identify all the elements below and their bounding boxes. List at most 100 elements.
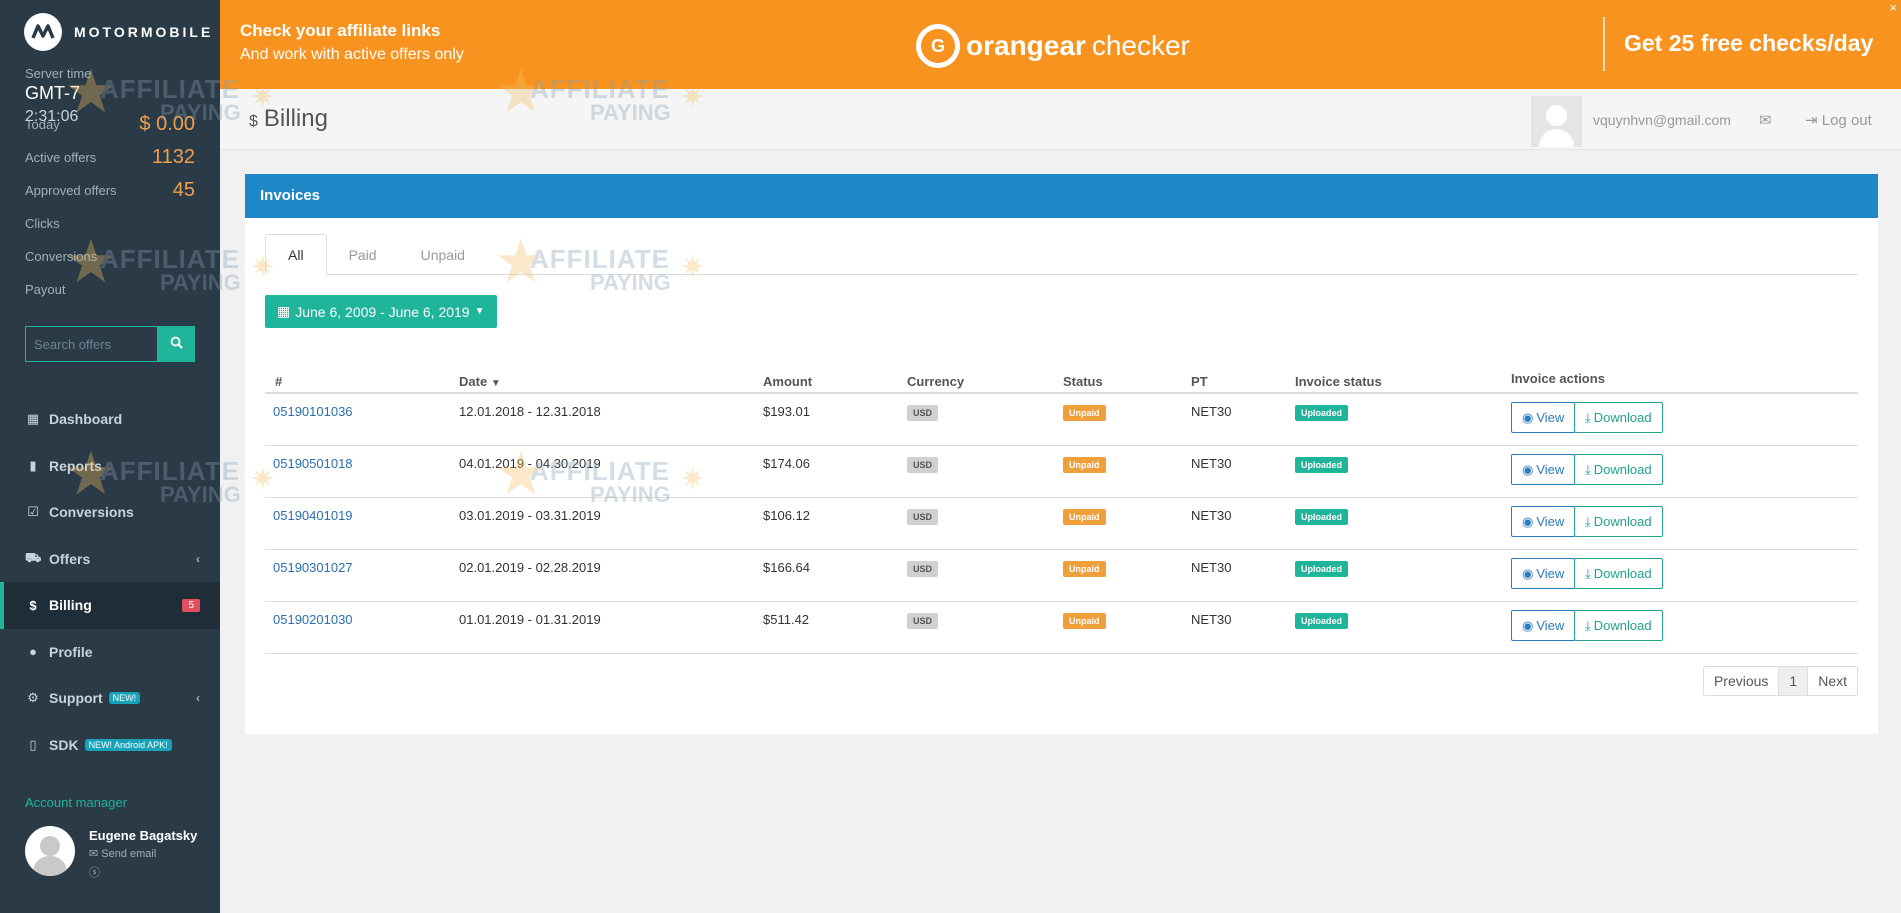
sidebar-item-conversions[interactable]: ☑ Conversions <box>0 489 220 536</box>
eye-icon: ◉ <box>1522 409 1534 425</box>
pagination-previous[interactable]: Previous <box>1704 667 1778 695</box>
account-manager: Eugene Bagatsky ✉ Send email ⓢ <box>25 826 197 880</box>
sidebar-item-profile[interactable]: ● Profile <box>0 629 220 676</box>
tab-paid[interactable]: Paid <box>327 234 399 275</box>
download-button[interactable]: ⤓ Download <box>1574 454 1663 485</box>
view-label: View <box>1536 514 1565 529</box>
currency-badge: USD <box>907 613 939 629</box>
new-badge: NEW! <box>108 692 141 705</box>
search-input[interactable] <box>25 326 157 362</box>
user-email[interactable]: vquynhvn@gmail.com <box>1593 112 1731 128</box>
logout-label: Log out <box>1821 112 1872 129</box>
orangear-logo-icon: G <box>916 24 960 68</box>
invoice-date: 03.01.2019 - 03.31.2019 <box>459 508 601 523</box>
calendar-icon: ▦ <box>277 303 291 319</box>
pagination: Previous 1 Next <box>1702 666 1858 696</box>
invoice-amount: $166.64 <box>763 560 810 575</box>
sidebar-item-label: SDK <box>49 736 79 753</box>
currency-badge: USD <box>907 561 939 577</box>
invoice-id-link[interactable]: 05190201030 <box>273 612 353 627</box>
page-title: $ Billing <box>249 105 328 133</box>
view-button[interactable]: ◉ View <box>1511 610 1576 641</box>
search-button[interactable] <box>157 326 195 362</box>
eye-icon: ◉ <box>1522 617 1534 633</box>
view-button[interactable]: ◉ View <box>1511 558 1576 589</box>
view-label: View <box>1536 618 1565 633</box>
invoice-status-badge: Uploaded <box>1295 509 1349 525</box>
user-icon: ● <box>29 644 37 660</box>
sidebar-item-billing[interactable]: $ Billing 5 <box>0 582 220 629</box>
sidebar-item-support[interactable]: ⚙ Support NEW! ‹ <box>0 675 220 722</box>
invoice-status-badge: Uploaded <box>1295 613 1349 629</box>
logout-button[interactable]: ⇥ Log out <box>1805 111 1872 129</box>
col-pt: PT <box>1191 374 1208 389</box>
new-apk-badge: NEW! Android APK! <box>84 738 172 751</box>
stat-clicks: Clicks <box>25 207 195 240</box>
download-button[interactable]: ⤓ Download <box>1574 506 1663 537</box>
banner-subline: And work with active offers only <box>240 46 464 63</box>
download-button[interactable]: ⤓ Download <box>1574 610 1663 641</box>
close-icon[interactable]: × <box>1889 0 1897 15</box>
currency-badge: USD <box>907 509 939 525</box>
sidebar-item-label: Reports <box>49 457 102 474</box>
skype-icon[interactable]: ⓢ <box>89 864 197 880</box>
download-label: Download <box>1593 618 1652 633</box>
logo-mark-icon <box>24 13 62 51</box>
send-email-label: Send email <box>101 848 157 860</box>
pagination-page[interactable]: 1 <box>1778 667 1808 695</box>
payment-terms: NET30 <box>1191 612 1232 627</box>
tab-all[interactable]: All <box>265 234 327 275</box>
stat-label: Conversions <box>25 249 98 264</box>
logo[interactable]: MOTORMOBILE <box>0 0 220 64</box>
currency-badge: USD <box>907 457 939 473</box>
table-row: 05190501018 04.01.2019 - 04.30.2019 $174… <box>265 446 1858 498</box>
stat-conversions: Conversions <box>25 240 195 273</box>
promo-banner[interactable]: Check your affiliate links And work with… <box>220 0 1901 89</box>
manager-name: Eugene Bagatsky <box>89 828 198 843</box>
envelope-icon[interactable]: ✉ <box>1759 111 1772 129</box>
invoice-id-link[interactable]: 05190401019 <box>273 508 353 523</box>
currency-badge: USD <box>907 405 939 421</box>
sort-desc-icon: ▼ <box>490 378 501 389</box>
sidebar-item-dashboard[interactable]: ▦ Dashboard <box>0 396 220 443</box>
invoice-id-link[interactable]: 05190101036 <box>273 404 353 419</box>
bar-chart-icon: ▮ <box>29 457 37 473</box>
view-label: View <box>1536 462 1565 477</box>
col-date[interactable]: Date ▼ <box>459 374 501 389</box>
sidebar-item-label: Profile <box>49 643 93 660</box>
download-label: Download <box>1593 514 1652 529</box>
view-button[interactable]: ◉ View <box>1511 454 1576 485</box>
banner-cta[interactable]: Get 25 free checks/day <box>1624 30 1873 57</box>
date-range-picker[interactable]: ▦ June 6, 2009 - June 6, 2019 ▼ <box>265 295 497 328</box>
invoices-panel: Invoices All Paid Unpaid ▦ June 6, 2009 … <box>245 174 1878 734</box>
pagination-next[interactable]: Next <box>1807 667 1857 695</box>
sidebar-item-reports[interactable]: ▮ Reports <box>0 443 220 490</box>
col-invoice-actions: Invoice actions <box>1511 371 1605 386</box>
server-time-label: Server time <box>25 66 92 81</box>
sidebar-item-label: Dashboard <box>49 411 123 428</box>
table-header: # Date ▼ Amount Currency Status PT Invoi… <box>265 364 1858 394</box>
download-icon: ⤓ <box>1585 617 1591 633</box>
eye-icon: ◉ <box>1522 461 1534 477</box>
tab-unpaid[interactable]: Unpaid <box>399 234 487 275</box>
invoice-id-link[interactable]: 05190501018 <box>273 456 353 471</box>
payment-terms: NET30 <box>1191 560 1232 575</box>
search-bar <box>25 326 195 362</box>
send-email-link[interactable]: ✉ Send email <box>89 847 197 860</box>
dashboard-icon: ▦ <box>26 411 40 427</box>
sidebar-item-label: Support <box>49 690 103 707</box>
download-button[interactable]: ⤓ Download <box>1574 558 1663 589</box>
sidebar-item-offers[interactable]: ⛟ Offers ‹ <box>0 536 220 583</box>
avatar[interactable] <box>1531 96 1582 147</box>
sidebar-item-sdk[interactable]: ▯ SDK NEW! Android APK! <box>0 722 220 769</box>
download-button[interactable]: ⤓ Download <box>1574 402 1663 433</box>
table-row: 05190401019 03.01.2019 - 03.31.2019 $106… <box>265 498 1858 550</box>
view-button[interactable]: ◉ View <box>1511 402 1576 433</box>
download-label: Download <box>1593 410 1652 425</box>
chevron-down-icon: ▼ <box>474 306 485 317</box>
view-button[interactable]: ◉ View <box>1511 506 1576 537</box>
invoice-id-link[interactable]: 05190301027 <box>273 560 353 575</box>
billing-count-badge: 5 <box>182 598 200 612</box>
sidebar-item-label: Conversions <box>49 504 134 521</box>
status-badge: Unpaid <box>1063 561 1106 577</box>
